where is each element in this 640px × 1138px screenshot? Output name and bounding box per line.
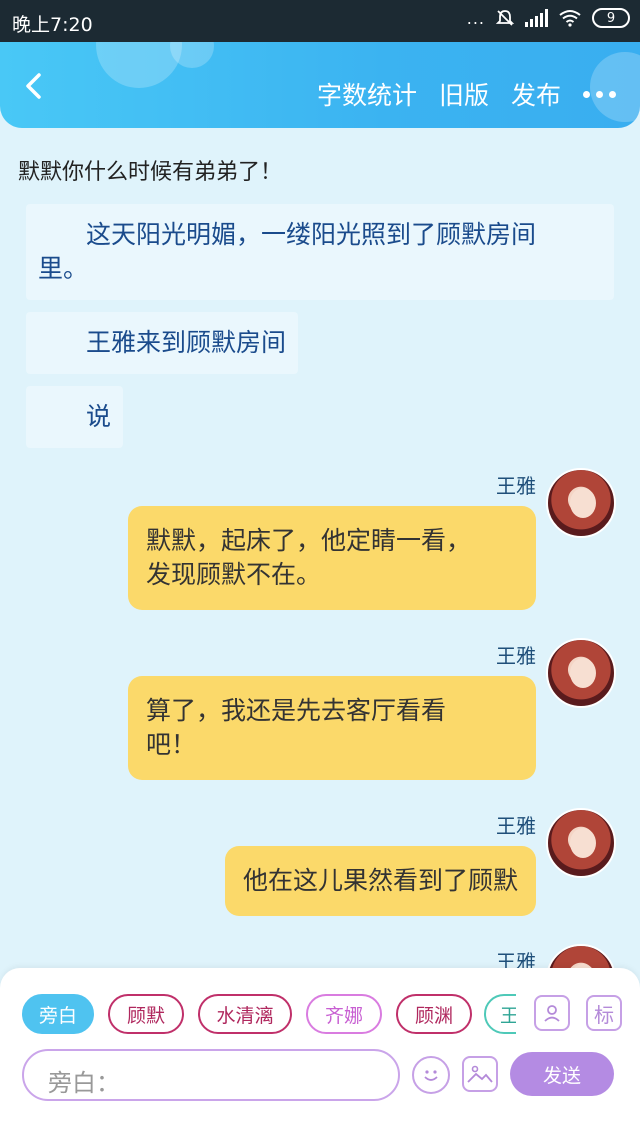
emoji-icon-glyph	[424, 1070, 438, 1081]
avatar[interactable]	[546, 944, 616, 968]
narration-item[interactable]: 说	[26, 386, 124, 448]
message-input[interactable]: 旁白：	[22, 1049, 400, 1101]
mute-bell-icon	[495, 10, 515, 26]
narration-item[interactable]: 这天阳光明媚，一缕阳光照到了顾默房间 里。	[26, 204, 614, 300]
message-text: 发现顾默不在。	[146, 560, 322, 589]
word-count-button[interactable]: 字数统计	[317, 76, 417, 112]
image-icon[interactable]	[462, 1056, 498, 1092]
battery-level: 9	[606, 10, 616, 26]
message-text: 算了，我还是先去客厅看看	[146, 696, 447, 725]
role-selector[interactable]: 旁白 顾默 水清漓 齐娜 顾渊 王	[22, 994, 516, 1038]
role-chip[interactable]: 水清漓	[198, 994, 292, 1034]
chevron-left-icon[interactable]	[20, 72, 48, 100]
app-header: 字数统计 旧版 发布	[0, 42, 640, 128]
narration-text: 说	[86, 402, 112, 431]
avatar[interactable]	[546, 468, 616, 538]
header-actions: 字数统计 旧版 发布	[317, 76, 640, 112]
message-text: 吧！	[146, 730, 197, 759]
speaker-name: 王雅	[496, 814, 536, 838]
narration-text: 王雅来到顾默房间	[86, 328, 287, 357]
character-card-icon[interactable]	[534, 995, 570, 1031]
speaker-name: 王雅	[496, 644, 536, 668]
status-more: ...	[466, 8, 485, 28]
chat-area[interactable]: 默默你什么时候有弟弟了！ 这天阳光明媚，一缕阳光照到了顾默房间 里。 王雅来到顾…	[0, 128, 640, 968]
publish-button[interactable]: 发布	[511, 76, 561, 112]
image-icon-glyph	[467, 1065, 493, 1083]
message-bubble[interactable]: 他在这儿果然看到了顾默	[224, 846, 536, 916]
bottom-safe-area	[0, 1103, 640, 1138]
avatar[interactable]	[546, 638, 616, 708]
message-bubble[interactable]: 算了，我还是先去客厅看看 吧！	[128, 676, 536, 780]
role-chip[interactable]: 顾渊	[396, 994, 472, 1034]
role-chip[interactable]: 齐娜	[306, 994, 382, 1034]
speaker-name: 王雅	[496, 950, 536, 968]
top-note: 默默你什么时候有弟弟了！	[18, 160, 283, 185]
tag-button[interactable]: 标	[586, 995, 622, 1031]
more-dots-icon[interactable]	[583, 90, 616, 98]
status-time: 晚上7:20	[12, 14, 93, 36]
battery-icon: 9	[592, 8, 630, 28]
wifi-icon	[559, 10, 581, 27]
emoji-icon[interactable]	[412, 1056, 450, 1094]
avatar[interactable]	[546, 808, 616, 878]
signal-icon	[525, 9, 548, 27]
character-card-icon-glyph	[544, 1005, 560, 1022]
role-chip[interactable]: 顾默	[108, 994, 184, 1034]
narration-item[interactable]: 王雅来到顾默房间	[26, 312, 299, 374]
message-text: 他在这儿果然看到了顾默	[242, 866, 518, 895]
decor-bubble	[96, 42, 182, 88]
role-chip[interactable]: 王	[484, 994, 516, 1034]
message-text: 默默，起床了，他定睛一看，	[146, 526, 472, 555]
old-version-button[interactable]: 旧版	[439, 76, 489, 112]
send-button[interactable]: 发送	[510, 1052, 614, 1096]
narration-text: 里。	[38, 254, 89, 283]
narration-text: 这天阳光明媚，一缕阳光照到了顾默房间	[86, 220, 537, 249]
composer-panel: 旁白 顾默 水清漓 齐娜 顾渊 王 标 旁白： 发送	[0, 968, 640, 1103]
speaker-name: 王雅	[496, 474, 536, 498]
status-bar: 晚上7:20 ... 9	[0, 0, 640, 42]
status-icons: ... 9	[467, 8, 630, 28]
message-bubble[interactable]: 默默，起床了，他定睛一看， 发现顾默不在。	[128, 506, 536, 610]
role-chip-narrator[interactable]: 旁白	[22, 994, 94, 1034]
